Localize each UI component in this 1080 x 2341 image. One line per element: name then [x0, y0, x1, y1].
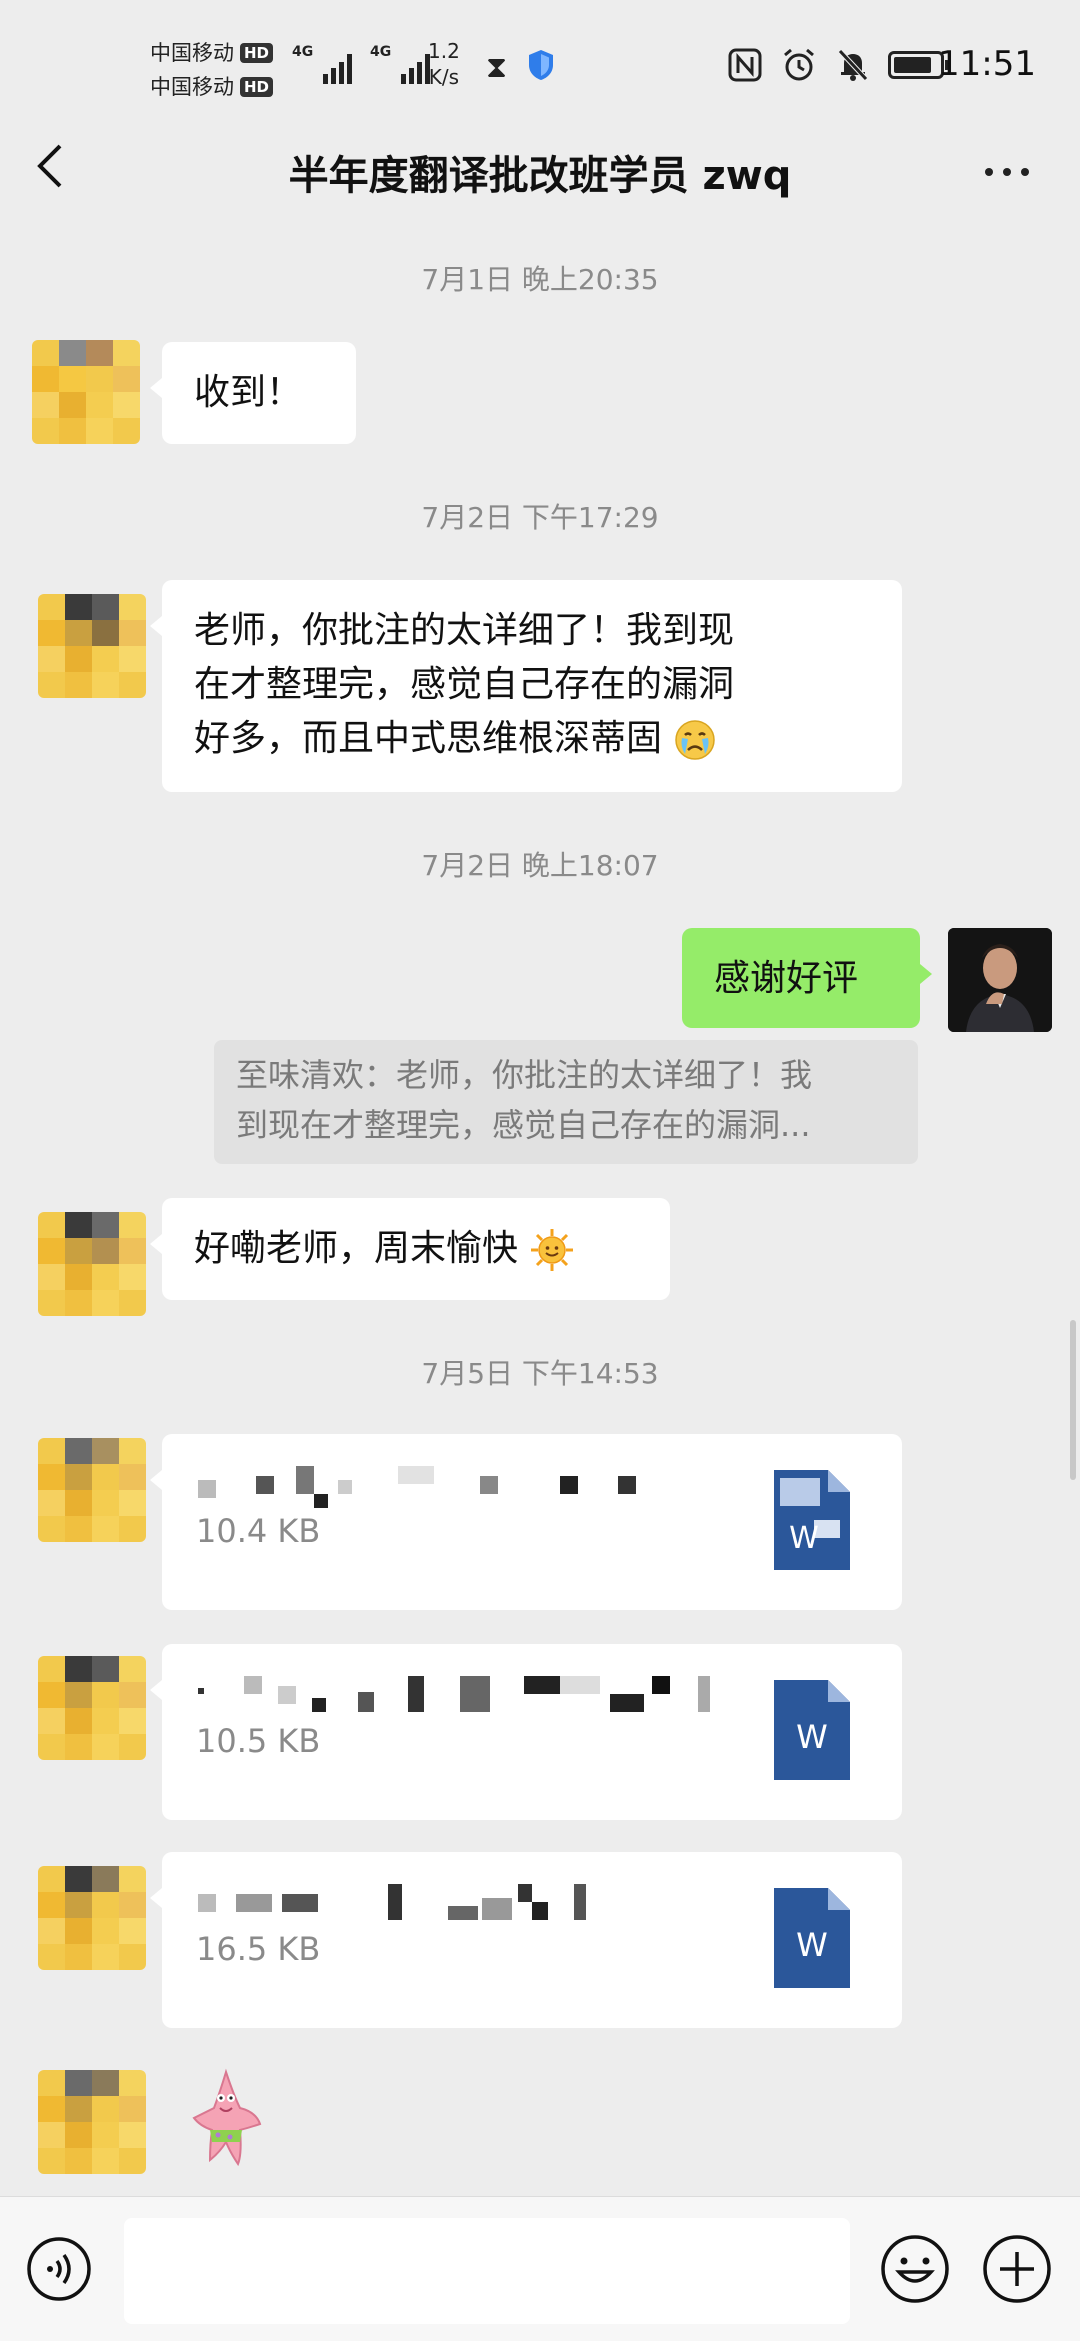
quote-line: 到现在才整理完，感觉自己存在的漏洞...: [236, 1106, 811, 1144]
chevron-left-icon[interactable]: [30, 140, 70, 192]
timestamp: 7月5日 下午14:53: [421, 1357, 659, 1390]
avatar[interactable]: [32, 340, 140, 444]
timestamp: 7月2日 晚上18:07: [421, 849, 659, 882]
doc-letter: W: [796, 1926, 828, 1964]
system-icons: [726, 46, 949, 84]
message-line-text: 好嘞老师，周末愉快: [194, 1228, 519, 1269]
hd-badge: HD: [240, 43, 274, 63]
message-line-text: 好多，而且中式思维根深蒂固: [194, 718, 663, 759]
shield-icon: [529, 50, 553, 80]
emoji-smile-icon[interactable]: [880, 2234, 950, 2304]
signal-1-icon: 4G: [292, 44, 352, 84]
avatar[interactable]: [38, 1866, 146, 1970]
quote-line: 至味清欢：老师，你批注的太详细了！我: [236, 1056, 813, 1094]
carrier-2-name: 中国移动: [150, 75, 234, 99]
network-1-label: 4G: [292, 44, 314, 60]
message-text: 好嘞老师，周末愉快: [194, 1222, 575, 1276]
message-text: 收到！: [194, 372, 303, 413]
carrier-info: 中国移动 HD 中国移动 HD: [150, 36, 274, 104]
status-time: 11:51: [938, 44, 1036, 84]
speed-value: 1.2: [428, 39, 460, 63]
timestamp: 7月1日 晚上20:35: [421, 263, 659, 296]
hourglass-icon: ⧗: [486, 50, 508, 85]
sun-emoji-icon: [531, 1229, 574, 1271]
avatar[interactable]: [38, 1438, 146, 1542]
message-line: 好多，而且中式思维根深蒂固: [194, 712, 734, 766]
file-size: 16.5 KB: [196, 1930, 321, 1968]
network-speed: 1.2 K/s: [428, 38, 460, 90]
message-bubble[interactable]: 老师，你批注的太详细了！我到现 在才整理完，感觉自己存在的漏洞 好多，而且中式思…: [150, 580, 902, 792]
file-size: 10.5 KB: [196, 1722, 321, 1760]
avatar[interactable]: [38, 1656, 146, 1760]
battery-icon: [888, 51, 949, 79]
timestamp: 7月2日 下午17:29: [421, 501, 659, 534]
message-input[interactable]: [124, 2218, 850, 2324]
status-bar: 中国移动 HD 中国移动 HD 4G 4G 1.2 K/s ⧗ 11:51: [0, 0, 1080, 130]
hd-badge: HD: [240, 77, 274, 97]
message-text: 感谢好评: [714, 958, 859, 999]
carrier-2: 中国移动 HD: [150, 70, 274, 104]
file-name-redacted: [198, 1466, 636, 1508]
avatar[interactable]: [38, 2070, 146, 2174]
file-message[interactable]: 10.5 KB W: [150, 1644, 902, 1820]
starfish-sticker-icon[interactable]: [190, 2068, 264, 2172]
message-bubble-outgoing[interactable]: 感谢好评: [682, 928, 932, 1028]
more-dots-icon[interactable]: [980, 152, 1034, 192]
message-line: 在才整理完，感觉自己存在的漏洞: [194, 664, 735, 705]
word-doc-icon: W: [774, 1888, 850, 1988]
carrier-1-name: 中国移动: [150, 41, 234, 65]
crying-emoji-icon: [675, 720, 716, 760]
speed-unit: K/s: [428, 65, 460, 89]
my-avatar[interactable]: [948, 928, 1052, 1032]
message-bubble[interactable]: 好嘞老师，周末愉快: [150, 1198, 670, 1300]
file-message[interactable]: 10.4 KB W: [150, 1434, 902, 1610]
message-bubble[interactable]: 收到！: [150, 342, 356, 444]
nfc-icon: [728, 48, 762, 82]
message-text: 老师，你批注的太详细了！我到现 在才整理完，感觉自己存在的漏洞 好多，而且中式思…: [194, 604, 734, 766]
file-name-redacted: [198, 1884, 586, 1920]
signal-2-icon: 4G: [370, 44, 430, 84]
network-2-label: 4G: [370, 44, 392, 60]
plus-circle-icon[interactable]: [982, 2234, 1052, 2304]
voice-icon[interactable]: [26, 2236, 92, 2302]
carrier-1: 中国移动 HD: [150, 36, 274, 70]
alarm-icon: [784, 48, 814, 81]
mute-bell-icon: [838, 49, 868, 81]
file-message[interactable]: 16.5 KB W: [150, 1852, 902, 2028]
file-size: 10.4 KB: [196, 1512, 321, 1550]
file-name-redacted: [198, 1676, 710, 1712]
avatar[interactable]: [38, 1212, 146, 1316]
signal-indicators: 4G 4G: [292, 44, 430, 84]
scrollbar[interactable]: [1070, 1320, 1076, 1480]
chat-title: 半年度翻译批改班学员 zwq: [288, 153, 792, 199]
message-line: 老师，你批注的太详细了！我到现: [194, 610, 735, 651]
person-photo-icon: [948, 928, 1052, 1032]
word-doc-icon: W: [774, 1680, 850, 1780]
quoted-message[interactable]: 至味清欢：老师，你批注的太详细了！我 到现在才整理完，感觉自己存在的漏洞...: [214, 1040, 918, 1164]
doc-letter: W: [796, 1718, 828, 1756]
word-doc-icon: W: [774, 1470, 850, 1570]
avatar[interactable]: [38, 594, 146, 698]
doc-letter: W: [789, 1521, 819, 1556]
